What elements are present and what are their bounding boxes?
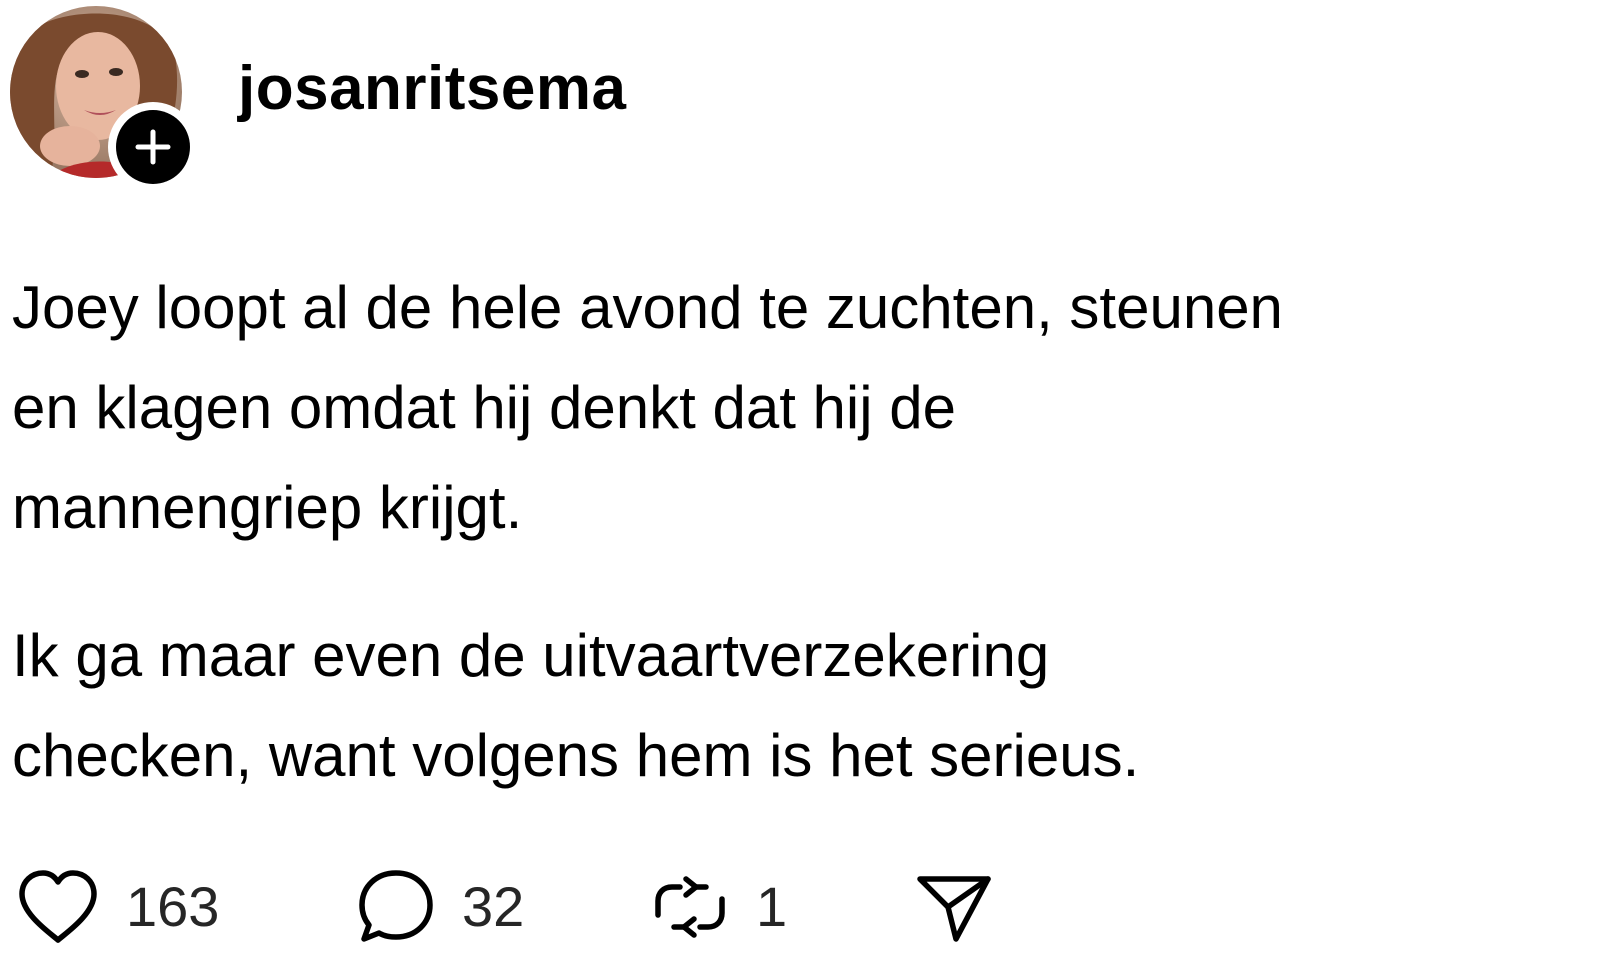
follow-button[interactable] — [108, 102, 198, 192]
share-button[interactable] — [914, 862, 994, 952]
post-paragraph-1: Joey loopt al de hele avond te zuchten, … — [12, 258, 1592, 558]
text-line: en klagen omdat hij denkt dat hij de — [12, 374, 956, 441]
avatar-container[interactable] — [10, 6, 198, 192]
post-paragraph-2: Ik ga maar even de uitvaartverzekering c… — [12, 606, 1592, 806]
text-line: Joey loopt al de hele avond te zuchten, … — [12, 274, 1283, 341]
like-button[interactable]: 163 — [16, 862, 219, 952]
text-line: Ik ga maar even de uitvaartverzekering — [12, 622, 1050, 689]
repost-button[interactable]: 1 — [650, 862, 787, 952]
like-count: 163 — [126, 875, 220, 938]
post-text: Joey loopt al de hele avond te zuchten, … — [12, 258, 1592, 806]
follow-badge — [116, 110, 190, 184]
reply-button[interactable]: 32 — [356, 862, 524, 952]
post-actions-bar: 163 32 1 — [12, 862, 1112, 952]
author-username[interactable]: josanritsema — [238, 58, 627, 120]
send-icon — [917, 876, 991, 942]
text-line: mannengriep krijgt. — [12, 474, 523, 541]
thread-post: josanritsema Joey loopt al de hele avond… — [0, 0, 1598, 970]
heart-icon — [19, 870, 97, 943]
post-header: josanritsema — [10, 6, 910, 192]
repost-icon — [655, 876, 725, 938]
comment-icon — [359, 870, 433, 942]
reply-count: 32 — [462, 875, 525, 938]
plus-icon — [135, 129, 171, 165]
repost-count: 1 — [756, 875, 788, 938]
text-line: checken, want volgens hem is het serieus… — [12, 722, 1140, 789]
